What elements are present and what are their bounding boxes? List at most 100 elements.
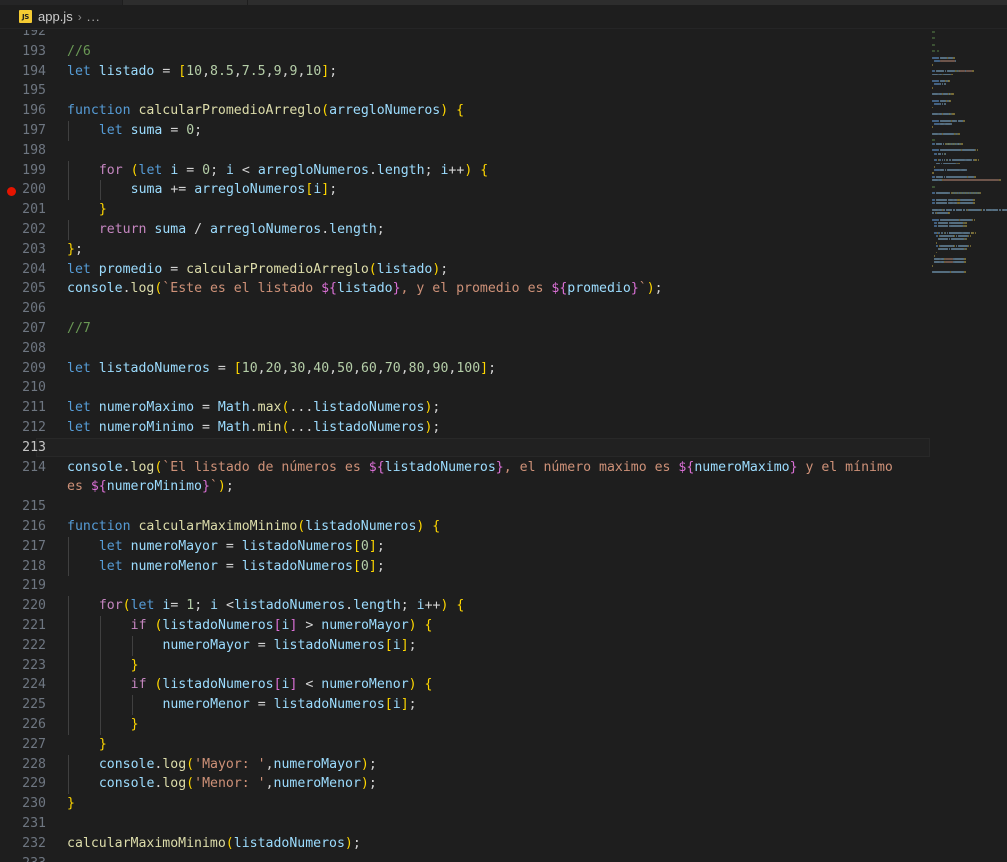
code-line[interactable]: 232 calcularMaximoMinimo(listadoNumeros); [0, 834, 1007, 854]
line-number: 225 [22, 697, 46, 713]
code-line[interactable]: 223 } [0, 655, 1007, 676]
code-line[interactable]: 231 [0, 814, 1007, 834]
code-text[interactable]: //6 [67, 42, 91, 62]
code-line[interactable]: 222 numeroMayor = listadoNumeros[i]; [0, 635, 1007, 656]
code-text[interactable]: calcularMaximoMinimo(listadoNumeros); [67, 834, 361, 854]
line-number: 228 [22, 756, 46, 772]
code-text[interactable]: if (listadoNumeros[i] < numeroMenor) { [67, 675, 433, 695]
code-text[interactable]: numeroMayor = listadoNumeros[i]; [67, 636, 416, 656]
code-line[interactable]: 214 console.log(`El listado de números es… [0, 458, 1007, 478]
code-text[interactable]: function calcularPromedioArreglo(arreglo… [67, 101, 464, 121]
code-text[interactable]: for(let i= 1; i <listadoNumeros.length; … [67, 596, 465, 616]
line-number: 206 [22, 301, 46, 317]
line-number: 222 [22, 637, 46, 653]
code-editor[interactable]: 192 193 //6 194 let listado = [10,8.5,7.5,9,… [0, 30, 1007, 862]
code-text[interactable]: console.log(`Este es el listado ${listad… [67, 279, 663, 299]
code-line[interactable]: 212 let numeroMinimo = Math.min(...listad… [0, 418, 1007, 438]
code-line[interactable]: 208 [0, 339, 1007, 359]
line-number: 219 [22, 578, 46, 594]
code-text[interactable]: let promedio = calcularPromedioArreglo(l… [67, 260, 448, 280]
code-line[interactable]: 211 let numeroMaximo = Math.max(...listad… [0, 398, 1007, 418]
js-file-icon: JS [19, 10, 32, 23]
code-line[interactable]: 216 function calcularMaximoMinimo(listado… [0, 517, 1007, 537]
code-line[interactable]: 196 function calcularPromedioArreglo(arre… [0, 101, 1007, 121]
code-text[interactable]: } [67, 715, 139, 735]
code-line[interactable]: 204 let promedio = calcularPromedioArregl… [0, 260, 1007, 280]
line-number: 223 [22, 657, 46, 673]
minimap[interactable] [932, 30, 1007, 862]
breadcrumb-more[interactable]: ... [87, 9, 101, 24]
code-text[interactable]: numeroMenor = listadoNumeros[i]; [67, 695, 416, 715]
code-text[interactable]: let suma = 0; [67, 121, 202, 141]
code-line[interactable]: 233 [0, 854, 1007, 862]
code-line[interactable]: 195 [0, 81, 1007, 101]
code-line[interactable]: 197 let suma = 0; [0, 121, 1007, 141]
code-line[interactable]: 213 [0, 437, 1007, 458]
code-line[interactable]: 220 for(let i= 1; i <listadoNumeros.leng… [0, 596, 1007, 616]
line-number: 207 [22, 321, 46, 336]
code-line[interactable]: 205 console.log(`Este es el listado ${lis… [0, 279, 1007, 299]
code-line[interactable]: 206 [0, 299, 1007, 319]
code-line[interactable]: 229 console.log('Menor: ',numeroMenor); [0, 774, 1007, 795]
code-text[interactable]: console.log('Menor: ',numeroMenor); [67, 774, 377, 794]
code-line[interactable]: 219 [0, 576, 1007, 596]
code-line[interactable]: 202 return suma / arregloNumeros.length; [0, 220, 1007, 240]
code-line[interactable]: 207 //7 [0, 319, 1007, 339]
line-number: 232 [22, 835, 46, 851]
code-text[interactable]: let numeroMayor = listadoNumeros[0]; [67, 537, 385, 557]
code-line[interactable]: 209 let listadoNumeros = [10,20,30,40,50,… [0, 359, 1007, 379]
breadcrumb[interactable]: JS app.js › ... [0, 5, 1007, 29]
code-text[interactable]: console.log(`El listado de números es ${… [67, 458, 901, 478]
code-line[interactable]: 221 if (listadoNumeros[i] > numeroMayor)… [0, 616, 1007, 636]
code-text[interactable]: } [67, 735, 107, 755]
line-number: 202 [22, 222, 46, 237]
line-number: 196 [22, 103, 46, 119]
code-text[interactable]: let numeroMaximo = Math.max(...listadoNu… [67, 398, 440, 418]
code-line[interactable]: 193 //6 [0, 42, 1007, 62]
code-text[interactable]: for (let i = 0; i < arregloNumeros.lengt… [67, 161, 488, 181]
code-text[interactable]: //7 [67, 319, 91, 339]
code-text[interactable]: console.log('Mayor: ',numeroMayor); [67, 755, 377, 775]
code-text[interactable]: suma += arregloNumeros[i]; [67, 180, 338, 200]
code-line[interactable]: 201 } [0, 200, 1007, 220]
code-line[interactable]: 210 [0, 378, 1007, 398]
line-number: 204 [22, 261, 46, 277]
chevron-right-icon: › [77, 9, 82, 24]
code-line[interactable]: 218 let numeroMenor = listadoNumeros[0]; [0, 556, 1007, 577]
code-line-wrapped[interactable]: es ${numeroMinimo}`); [0, 477, 1007, 497]
code-line[interactable]: 217 let numeroMayor = listadoNumeros[0]; [0, 536, 1007, 557]
line-number: 213 [22, 439, 46, 455]
code-line[interactable]: 203}; [0, 240, 1007, 260]
code-line[interactable]: 215 [0, 497, 1007, 517]
code-line[interactable]: 230} [0, 794, 1007, 814]
code-line[interactable]: 227 } [0, 735, 1007, 755]
code-text[interactable]: let numeroMenor = listadoNumeros[0]; [67, 557, 385, 577]
code-text[interactable]: return suma / arregloNumeros.length; [67, 220, 385, 240]
line-number: 195 [22, 83, 46, 99]
line-number: 198 [22, 142, 46, 158]
code-text[interactable]: } [67, 656, 139, 676]
code-text[interactable]: es ${numeroMinimo}`); [67, 477, 234, 497]
line-number: 203 [22, 241, 46, 257]
code-text[interactable]: let listado = [10,8.5,7.5,9,9,10]; [67, 62, 337, 82]
breadcrumb-file-name[interactable]: app.js [38, 9, 73, 24]
code-text[interactable]: } [67, 200, 107, 220]
code-line[interactable]: 200 suma += arregloNumeros[i]; [0, 180, 1007, 201]
code-text[interactable]: if (listadoNumeros[i] > numeroMayor) { [67, 616, 433, 636]
code-text[interactable]: }; [67, 240, 83, 260]
code-text[interactable]: let listadoNumeros = [10,20,30,40,50,60,… [67, 359, 496, 379]
code-line[interactable]: 228 console.log('Mayor: ',numeroMayor); [0, 754, 1007, 775]
code-line[interactable]: 224 if (listadoNumeros[i] < numeroMenor)… [0, 675, 1007, 696]
code-line[interactable]: 198 [0, 141, 1007, 161]
code-text[interactable]: } [67, 794, 75, 814]
code-line[interactable]: 192 [0, 30, 1007, 42]
current-line-highlight [36, 437, 930, 457]
code-line[interactable]: 194 let listado = [10,8.5,7.5,9,9,10]; [0, 62, 1007, 82]
code-text[interactable]: function calcularMaximoMinimo(listadoNum… [67, 517, 440, 537]
line-number: 192 [22, 30, 46, 39]
line-number: 193 [22, 43, 46, 59]
code-text[interactable]: let numeroMinimo = Math.min(...listadoNu… [67, 418, 440, 438]
code-line[interactable]: 225 numeroMenor = listadoNumeros[i]; [0, 695, 1007, 715]
code-line[interactable]: 199 for (let i = 0; i < arregloNumeros.l… [0, 160, 1007, 181]
code-line[interactable]: 226 } [0, 715, 1007, 735]
